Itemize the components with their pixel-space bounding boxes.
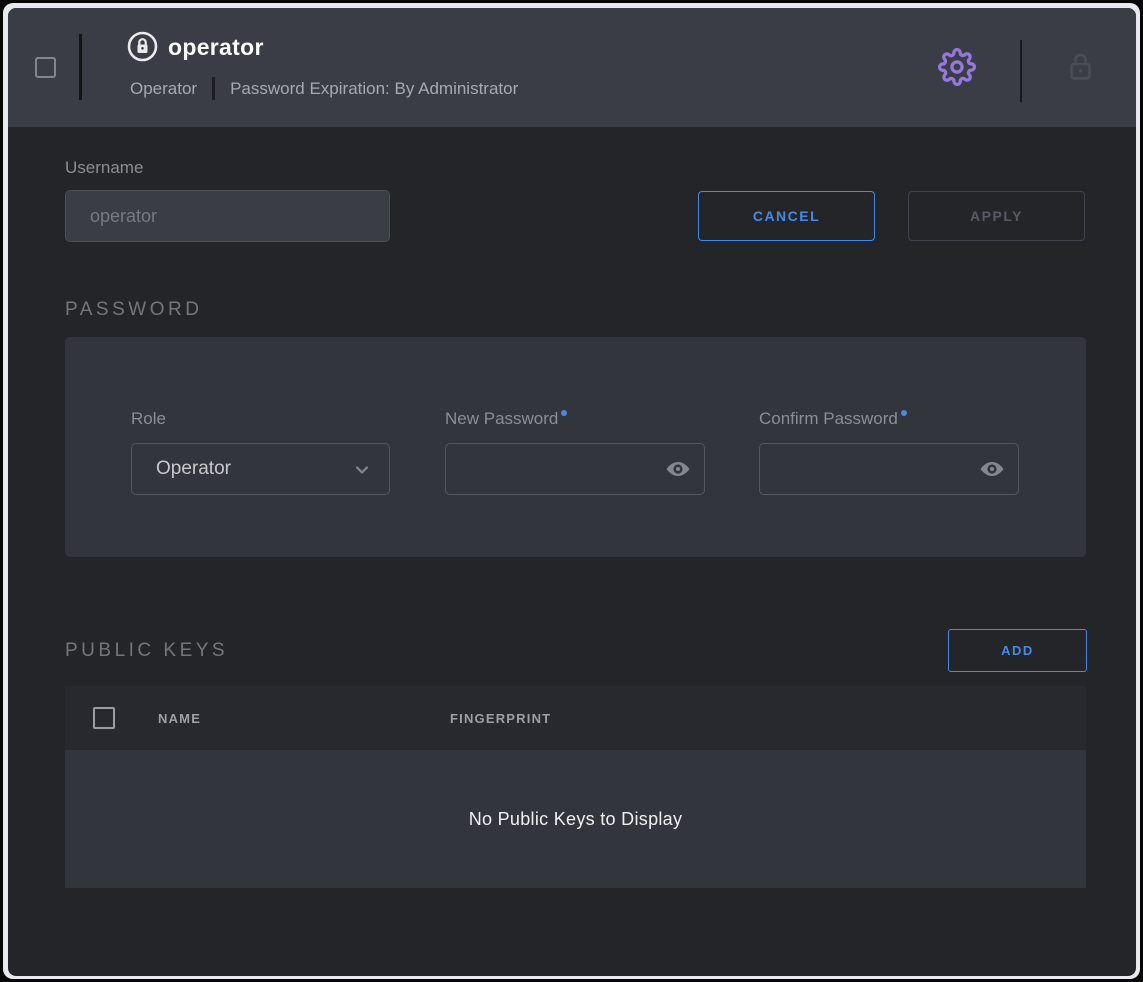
header-divider xyxy=(79,34,82,100)
add-public-key-button[interactable]: ADD xyxy=(948,629,1087,672)
lock-in-circle-icon xyxy=(127,31,158,62)
select-user-checkbox[interactable] xyxy=(35,57,56,78)
header-divider-2 xyxy=(1020,40,1022,102)
eye-icon xyxy=(977,470,1007,485)
empty-state-message: No Public Keys to Display xyxy=(469,809,683,830)
header-subtitle: Operator Password Expiration: By Adminis… xyxy=(130,77,518,100)
password-panel: Role Operator New Password xyxy=(65,337,1086,557)
role-label: Role xyxy=(131,409,390,429)
confirm-password-field: Confirm Password xyxy=(759,409,1019,495)
username-input[interactable] xyxy=(65,190,390,242)
reveal-new-password-button[interactable] xyxy=(663,456,693,482)
role-field: Role Operator xyxy=(131,409,390,495)
cancel-button[interactable]: CANCEL xyxy=(698,191,875,241)
page-title: operator xyxy=(168,34,264,61)
username-label: Username xyxy=(65,158,143,178)
role-selected-value: Operator xyxy=(156,458,231,480)
lock-user-button[interactable] xyxy=(1064,50,1097,83)
reveal-confirm-password-button[interactable] xyxy=(977,456,1007,482)
required-indicator xyxy=(901,410,907,416)
header-bar: operator Operator Password Expiration: B… xyxy=(8,8,1136,127)
role-select[interactable]: Operator xyxy=(131,443,390,495)
user-role-text: Operator xyxy=(130,79,197,99)
column-header-fingerprint: FINGERPRINT xyxy=(450,711,551,726)
settings-button[interactable] xyxy=(938,48,976,86)
password-section-title: PASSWORD xyxy=(65,299,202,321)
new-password-label: New Password xyxy=(445,409,705,429)
confirm-password-label: Confirm Password xyxy=(759,409,1019,429)
public-keys-section-title: PUBLIC KEYS xyxy=(65,640,228,662)
gear-icon xyxy=(938,74,976,89)
select-all-keys-checkbox[interactable] xyxy=(93,707,115,729)
public-keys-table-body: No Public Keys to Display xyxy=(65,750,1086,888)
column-header-name: NAME xyxy=(158,711,201,726)
apply-button[interactable]: APPLY xyxy=(908,191,1085,241)
lock-icon xyxy=(1064,71,1097,86)
user-detail-card: operator Operator Password Expiration: B… xyxy=(8,8,1136,976)
password-expiration-text: Password Expiration: By Administrator xyxy=(230,79,518,99)
new-password-field: New Password xyxy=(445,409,705,495)
public-keys-table-header: NAME FINGERPRINT xyxy=(65,686,1086,750)
eye-icon xyxy=(663,470,693,485)
subtitle-divider xyxy=(212,77,215,100)
required-indicator xyxy=(561,410,567,416)
